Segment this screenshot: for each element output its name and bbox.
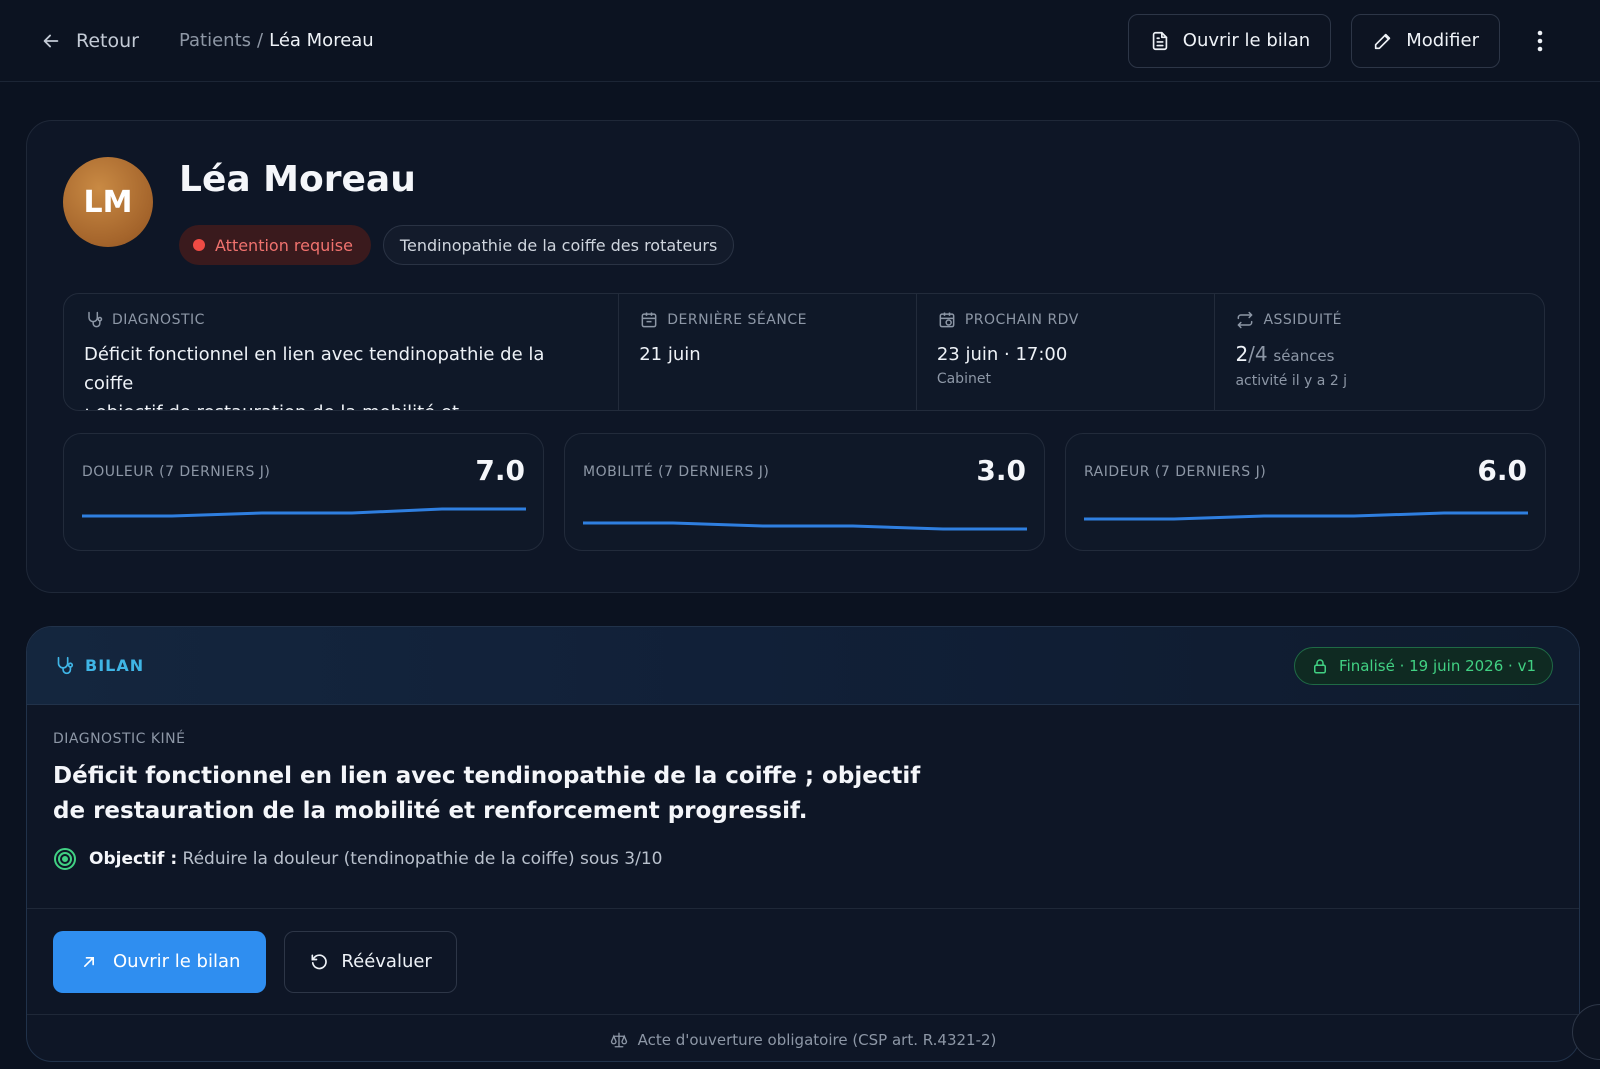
objective-text: Réduire la douleur (tendinopathie de la … [182, 849, 663, 869]
last-session-cell: DERNIÈRE SÉANCE 21 juin [619, 294, 917, 410]
finalized-badge-label: Finalisé · 19 juin 2026 · v1 [1339, 656, 1536, 675]
next-appointment-location: Cabinet [936, 371, 991, 387]
pencil-icon [1375, 33, 1391, 49]
metric-mobility[interactable]: MOBILITÉ (7 DERNIERS J) 3.0 [564, 433, 1045, 551]
metric-pain-label: DOULEUR (7 DERNIERS J) [82, 464, 271, 480]
metric-stiffness-label: RAIDEUR (7 DERNIERS J) [1084, 464, 1267, 480]
avatar: LM [63, 157, 153, 247]
document-icon [1152, 31, 1168, 50]
breadcrumb-patients[interactable]: Patients [179, 30, 251, 51]
rotate-ccw-icon [311, 953, 328, 969]
more-vertical-icon [1537, 30, 1543, 51]
stethoscope-icon [57, 656, 74, 674]
open-report-button[interactable]: Ouvrir le bilan [1127, 13, 1332, 68]
attendance-activity: activité il y a 2 j [1235, 373, 1348, 389]
metric-stiffness-value: 6.0 [1477, 454, 1527, 487]
top-bar: Retour Patients / Léa Moreau Ouvrir le b… [0, 0, 1600, 82]
arrow-up-right-icon [84, 956, 94, 967]
diagnostic-label: DIAGNOSTIC [112, 312, 205, 328]
pain-sparkline [82, 507, 526, 518]
next-appointment-label: PROCHAIN RDV [964, 312, 1079, 328]
edit-label: Modifier [1406, 30, 1479, 51]
target-icon [54, 848, 76, 870]
open-report-label: Ouvrir le bilan [1182, 30, 1311, 51]
reevaluate-button[interactable]: Réévaluer [284, 930, 457, 993]
arrow-left-icon [43, 34, 59, 47]
bilan-card: BILAN Finalisé · 19 juin 2026 · v1 DIAGN… [26, 626, 1580, 1062]
reevaluate-label: Réévaluer [341, 951, 432, 972]
legal-footnote-text: Acte d'ouverture obligatoire (CSP art. R… [637, 1031, 997, 1049]
bilan-header: BILAN Finalisé · 19 juin 2026 · v1 [27, 627, 1579, 705]
diagnostic-kine-label: DIAGNOSTIC KINÉ [53, 731, 186, 747]
attendance-total: /4 [1248, 342, 1268, 366]
objective-label: Objectif : [89, 849, 178, 869]
open-bilan-label: Ouvrir le bilan [113, 951, 241, 972]
metric-mobility-label: MOBILITÉ (7 DERNIERS J) [583, 464, 770, 480]
condition-tag: Tendinopathie de la coiffe des rotateurs [382, 225, 735, 265]
next-appointment-cell: PROCHAIN RDV 23 juin · 17:00 Cabinet [917, 294, 1216, 410]
metric-stiffness[interactable]: RAIDEUR (7 DERNIERS J) 6.0 [1065, 433, 1546, 551]
legal-footnote: Acte d'ouverture obligatoire (CSP art. R… [27, 1015, 1579, 1061]
diagnostic-cell: DIAGNOSTIC Déficit fonctionnel en lien a… [64, 294, 620, 410]
attendance-done: 2 [1235, 342, 1249, 366]
stiffness-sparkline [1084, 511, 1528, 521]
scale-icon [610, 1032, 627, 1048]
last-session-label: DERNIÈRE SÉANCE [667, 312, 807, 328]
breadcrumb-separator: / [257, 30, 264, 51]
back-label: Retour [76, 29, 139, 52]
metric-mobility-value: 3.0 [976, 454, 1026, 487]
lock-icon [1314, 658, 1327, 673]
mobility-sparkline [583, 521, 1027, 531]
patient-name: Léa Moreau [179, 159, 416, 200]
open-bilan-button[interactable]: Ouvrir le bilan [53, 930, 267, 993]
calendar-clock-icon [939, 312, 955, 328]
calendar-icon [641, 312, 657, 328]
diagnostic-value-line1: Déficit fonctionnel en lien avec tendino… [84, 344, 545, 394]
next-appointment-value: 23 juin · 17:00 [936, 344, 1068, 365]
last-session-value: 21 juin [639, 344, 701, 365]
metric-pain-value: 7.0 [475, 454, 525, 487]
status-badge: Attention requise [179, 225, 371, 265]
stethoscope-icon [88, 311, 103, 328]
patient-card: LM Léa Moreau Attention requise Tendinop… [26, 120, 1580, 593]
attendance-unit: séances [1273, 347, 1335, 365]
diagnostic-value-line2: ; objectif de restauration de la mobilit… [84, 398, 598, 410]
status-badge-label: Attention requise [215, 235, 353, 255]
breadcrumb-current: Léa Moreau [269, 30, 374, 51]
finalized-badge: Finalisé · 19 juin 2026 · v1 [1294, 646, 1553, 685]
back-button[interactable]: Retour [40, 30, 139, 52]
info-grid: DIAGNOSTIC Déficit fonctionnel en lien a… [63, 293, 1545, 411]
repeat-icon [1238, 311, 1253, 329]
diagnostic-kine-text: Déficit fonctionnel en lien avec tendino… [53, 763, 921, 824]
breadcrumb: Patients / Léa Moreau [179, 30, 374, 51]
bilan-title: BILAN [85, 656, 145, 675]
edit-button[interactable]: Modifier [1351, 13, 1500, 68]
alert-dot-icon [193, 239, 205, 251]
attendance-cell: ASSIDUITÉ 2/4 séances activité il y a 2 … [1215, 294, 1544, 410]
attendance-label: ASSIDUITÉ [1263, 312, 1342, 328]
metric-pain[interactable]: DOULEUR (7 DERNIERS J) 7.0 [63, 433, 544, 551]
objective-row: Objectif : Réduire la douleur (tendinopa… [53, 847, 1553, 871]
more-options-button[interactable] [1520, 14, 1560, 68]
